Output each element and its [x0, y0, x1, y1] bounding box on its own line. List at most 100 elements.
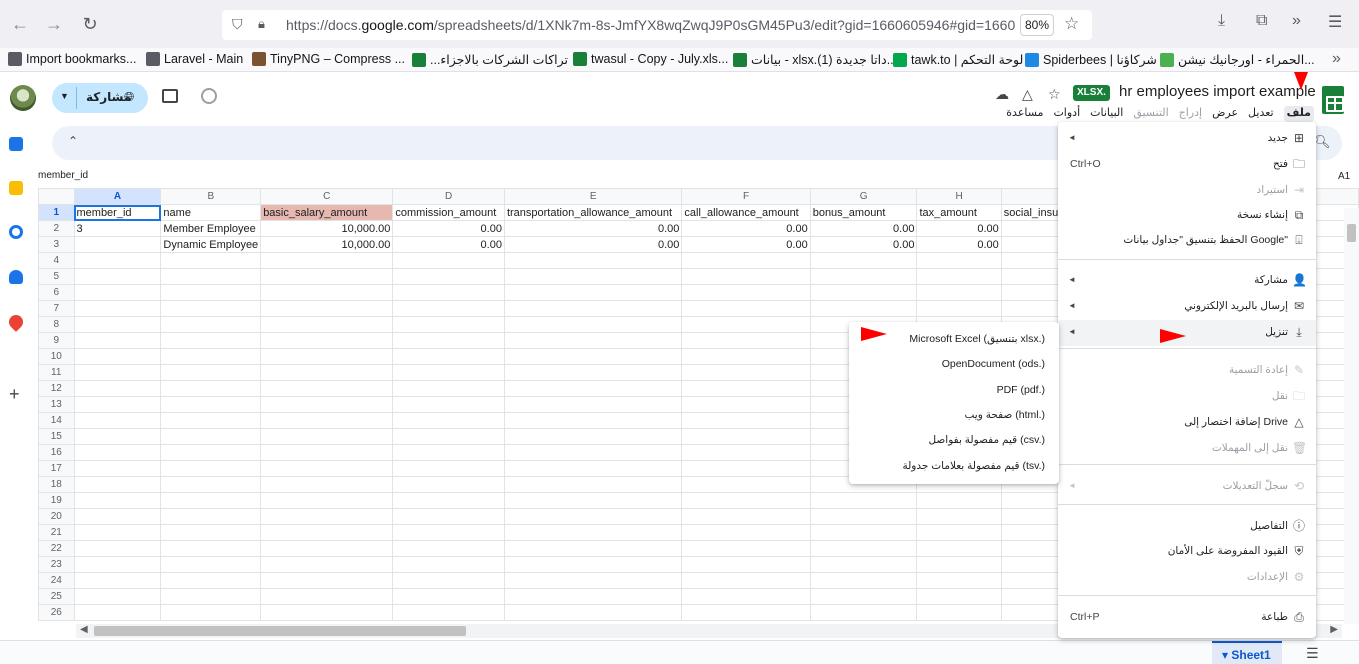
bookmark-star-icon[interactable]: ☆ [1064, 14, 1079, 34]
shield-icon[interactable]: ⛉ [232, 16, 243, 33]
file-menu-item[interactable]: ⧉ إنشاء نسخة [1058, 203, 1316, 229]
cell[interactable] [260, 364, 394, 381]
cell[interactable] [681, 492, 811, 509]
cell[interactable] [160, 284, 262, 301]
bookmarks-overflow-icon[interactable]: » [1332, 50, 1341, 68]
keep-icon[interactable] [9, 181, 23, 195]
row-header[interactable]: 1 [38, 204, 75, 221]
row-header[interactable]: 6 [38, 284, 75, 301]
cell[interactable] [160, 412, 262, 429]
cell[interactable] [73, 348, 162, 365]
back-arrow-icon[interactable]: ← [8, 12, 32, 36]
row-header[interactable]: 26 [38, 604, 75, 621]
formula-bar-value[interactable]: member_id [38, 170, 88, 181]
cell[interactable] [260, 604, 394, 621]
cell[interactable] [160, 444, 262, 461]
lock-icon[interactable]: 🔒︎ [258, 16, 265, 32]
cell[interactable] [260, 412, 394, 429]
cell[interactable] [809, 492, 918, 509]
cell[interactable] [260, 380, 394, 397]
cell[interactable] [503, 572, 683, 589]
cell[interactable] [809, 556, 918, 573]
row-header[interactable]: 13 [38, 396, 75, 413]
cell[interactable] [73, 604, 162, 621]
cell[interactable] [503, 428, 683, 445]
cell[interactable] [392, 540, 505, 557]
row-header[interactable]: 16 [38, 444, 75, 461]
file-menu-item[interactable]: △ إضافة اختصار إلى Drive [1058, 410, 1316, 436]
cell[interactable] [503, 604, 683, 621]
cell[interactable]: Dynamic Employee [160, 236, 262, 253]
cell[interactable] [260, 492, 394, 509]
cell[interactable] [392, 412, 505, 429]
menu-item[interactable]: البيانات [1090, 106, 1123, 122]
cell[interactable] [73, 556, 162, 573]
row-header[interactable]: 23 [38, 556, 75, 573]
cell[interactable] [681, 396, 811, 413]
move-to-drive-icon[interactable]: △ [1022, 86, 1033, 103]
file-menu-item[interactable]: 🗑 نقل إلى المهملات [1058, 436, 1316, 462]
maps-icon[interactable] [6, 312, 26, 332]
cell[interactable] [73, 476, 162, 493]
add-addon-icon[interactable]: + [9, 384, 20, 405]
url-text[interactable]: https://docs.google.com/spreadsheets/d/1… [286, 17, 1016, 33]
cell[interactable] [160, 524, 262, 541]
row-header[interactable]: 14 [38, 412, 75, 429]
cell[interactable] [392, 524, 505, 541]
cell[interactable] [260, 460, 394, 477]
cell[interactable] [681, 588, 811, 605]
cell[interactable] [681, 444, 811, 461]
cell[interactable] [160, 396, 262, 413]
cell[interactable] [392, 316, 505, 333]
cell[interactable] [260, 588, 394, 605]
cell[interactable] [916, 588, 1002, 605]
document-title[interactable]: hr employees import example [1119, 83, 1316, 100]
cell[interactable] [916, 508, 1002, 525]
vertical-scroll-thumb[interactable] [1347, 224, 1356, 242]
cell[interactable] [160, 572, 262, 589]
cell[interactable]: member_id [73, 204, 162, 221]
file-menu-item[interactable]: ⚙ الإعدادات [1058, 565, 1316, 591]
cell[interactable] [503, 252, 683, 269]
cell[interactable] [73, 396, 162, 413]
row-header[interactable]: 18 [38, 476, 75, 493]
cell[interactable] [160, 540, 262, 557]
cell[interactable] [73, 444, 162, 461]
file-menu-item[interactable]: ⊞ جديد ◄ [1058, 126, 1316, 152]
download-format-item[interactable]: قيم مفصولة بفواصل (csv.) [928, 434, 1045, 446]
row-header[interactable]: 3 [38, 236, 75, 253]
cell[interactable] [160, 380, 262, 397]
cell[interactable] [681, 460, 811, 477]
row-header[interactable]: 11 [38, 364, 75, 381]
row-header[interactable]: 24 [38, 572, 75, 589]
cell[interactable]: 3 [73, 220, 162, 237]
cell[interactable] [681, 316, 811, 333]
cell[interactable] [503, 444, 683, 461]
cell[interactable] [392, 444, 505, 461]
cell[interactable] [73, 268, 162, 285]
cell[interactable] [260, 268, 394, 285]
cell[interactable] [809, 268, 918, 285]
cell[interactable] [73, 588, 162, 605]
row-header[interactable]: 9 [38, 332, 75, 349]
cell[interactable] [681, 604, 811, 621]
cell[interactable] [392, 588, 505, 605]
cell[interactable] [916, 284, 1002, 301]
file-menu-item[interactable]: ⍗ الحفظ بتنسيق "جداول بيانات Google" [1058, 228, 1316, 254]
bookmark-item[interactable]: بيانات - xlsx.داتا جديدة (1)... [733, 52, 897, 67]
cell[interactable] [916, 268, 1002, 285]
row-header[interactable]: 15 [38, 428, 75, 445]
cell[interactable] [160, 556, 262, 573]
cell[interactable] [681, 524, 811, 541]
column-header[interactable]: H [916, 188, 1002, 205]
bookmark-item[interactable]: الحمراء - اورجانيك نيشن... [1160, 52, 1315, 67]
column-header[interactable]: E [503, 188, 683, 205]
cell[interactable] [809, 284, 918, 301]
file-menu-item[interactable]: ⤓ تنزيل ◄ [1058, 320, 1316, 346]
cell[interactable]: bonus_amount [809, 204, 918, 221]
cell[interactable] [260, 428, 394, 445]
all-sheets-icon[interactable]: ☰ [1306, 645, 1319, 662]
cell[interactable] [503, 396, 683, 413]
cell[interactable] [73, 412, 162, 429]
cell[interactable] [503, 492, 683, 509]
